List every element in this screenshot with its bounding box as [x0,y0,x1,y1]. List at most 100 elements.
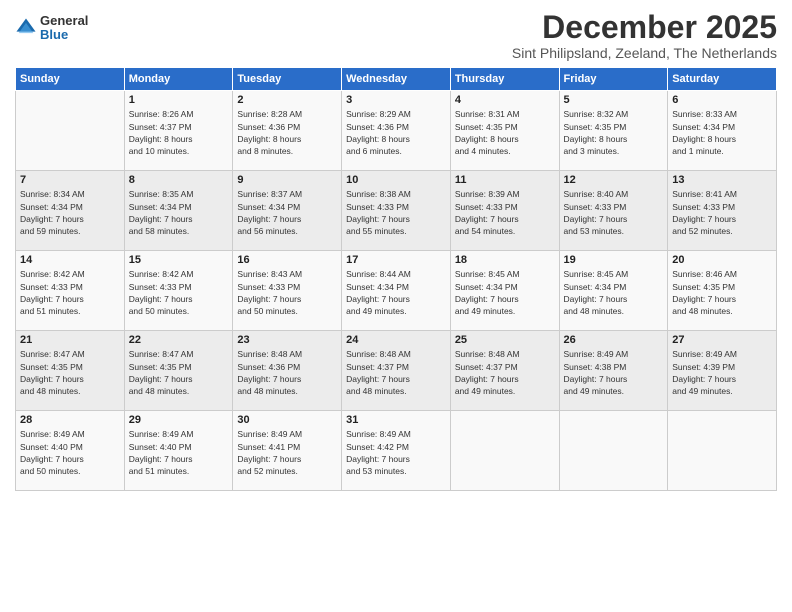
day-cell: 13 Sunrise: 8:41 AM Sunset: 4:33 PM Dayli… [668,171,777,251]
day-cell: 18Sunrise: 8:45 AM Sunset: 4:34 PM Dayli… [450,251,559,331]
day-number: 31 [346,414,446,426]
day-cell [668,411,777,491]
day-info: Sunrise: 8:34 AM Sunset: 4:34 PM Dayligh… [20,188,120,237]
day-cell [450,411,559,491]
day-number: 30 [237,414,337,426]
day-cell: 4 Sunrise: 8:31 AM Sunset: 4:35 PM Daylig… [450,91,559,171]
day-info: Sunrise: 8:33 AM Sunset: 4:34 PM Dayligh… [672,108,772,157]
day-cell: 16 Sunrise: 8:43 AM Sunset: 4:33 PM Dayli… [233,251,342,331]
day-info: Sunrise: 8:48 AM Sunset: 4:37 PM Dayligh… [455,348,555,397]
day-info: Sunrise: 8:49 AM Sunset: 4:41 PM Dayligh… [237,428,337,477]
day-cell: 14 Sunrise: 8:42 AM Sunset: 4:33 PM Dayli… [16,251,125,331]
day-cell: 24Sunrise: 8:48 AM Sunset: 4:37 PM Dayli… [342,331,451,411]
header-cell-friday: Friday [559,68,668,91]
day-number: 16 [237,254,337,266]
day-cell: 31 Sunrise: 8:49 AM Sunset: 4:42 PM Dayli… [342,411,451,491]
day-info: Sunrise: 8:45 AM Sunset: 4:34 PM Dayligh… [455,268,555,317]
header-cell-monday: Monday [124,68,233,91]
header-cell-thursday: Thursday [450,68,559,91]
week-row-2: 14 Sunrise: 8:42 AM Sunset: 4:33 PM Dayli… [16,251,777,331]
day-cell: 25 Sunrise: 8:48 AM Sunset: 4:37 PM Dayli… [450,331,559,411]
title-area: December 2025 Sint Philipsland, Zeeland,… [512,10,777,61]
day-info: Sunrise: 8:45 AM Sunset: 4:34 PM Dayligh… [564,268,664,317]
calendar-table: SundayMondayTuesdayWednesdayThursdayFrid… [15,67,777,491]
day-info: Sunrise: 8:35 AM Sunset: 4:34 PM Dayligh… [129,188,229,237]
day-info: Sunrise: 8:49 AM Sunset: 4:39 PM Dayligh… [672,348,772,397]
day-number: 3 [346,94,446,106]
day-cell: 9 Sunrise: 8:37 AM Sunset: 4:34 PM Daylig… [233,171,342,251]
day-number: 22 [129,334,229,346]
day-cell: 28 Sunrise: 8:49 AM Sunset: 4:40 PM Dayli… [16,411,125,491]
day-info: Sunrise: 8:31 AM Sunset: 4:35 PM Dayligh… [455,108,555,157]
day-number: 10 [346,174,446,186]
logo-icon [15,17,37,39]
day-number: 17 [346,254,446,266]
day-number: 27 [672,334,772,346]
day-info: Sunrise: 8:37 AM Sunset: 4:34 PM Dayligh… [237,188,337,237]
day-number: 9 [237,174,337,186]
day-info: Sunrise: 8:49 AM Sunset: 4:40 PM Dayligh… [20,428,120,477]
day-info: Sunrise: 8:26 AM Sunset: 4:37 PM Dayligh… [129,108,229,157]
day-number: 29 [129,414,229,426]
day-cell: 29 Sunrise: 8:49 AM Sunset: 4:40 PM Dayli… [124,411,233,491]
day-cell: 19Sunrise: 8:45 AM Sunset: 4:34 PM Dayli… [559,251,668,331]
day-info: Sunrise: 8:40 AM Sunset: 4:33 PM Dayligh… [564,188,664,237]
day-cell: 22 Sunrise: 8:47 AM Sunset: 4:35 PM Dayli… [124,331,233,411]
calendar-header: SundayMondayTuesdayWednesdayThursdayFrid… [16,68,777,91]
week-row-4: 28 Sunrise: 8:49 AM Sunset: 4:40 PM Dayli… [16,411,777,491]
day-cell: 12 Sunrise: 8:40 AM Sunset: 4:33 PM Dayli… [559,171,668,251]
day-cell: 26Sunrise: 8:49 AM Sunset: 4:38 PM Dayli… [559,331,668,411]
day-number: 12 [564,174,664,186]
day-cell: 23Sunrise: 8:48 AM Sunset: 4:36 PM Dayli… [233,331,342,411]
day-cell: 15Sunrise: 8:42 AM Sunset: 4:33 PM Dayli… [124,251,233,331]
day-number: 2 [237,94,337,106]
day-cell: 7 Sunrise: 8:34 AM Sunset: 4:34 PM Daylig… [16,171,125,251]
day-cell: 30 Sunrise: 8:49 AM Sunset: 4:41 PM Dayli… [233,411,342,491]
day-info: Sunrise: 8:38 AM Sunset: 4:33 PM Dayligh… [346,188,446,237]
day-number: 4 [455,94,555,106]
week-row-3: 21 Sunrise: 8:47 AM Sunset: 4:35 PM Dayli… [16,331,777,411]
day-info: Sunrise: 8:49 AM Sunset: 4:38 PM Dayligh… [564,348,664,397]
day-number: 7 [20,174,120,186]
day-info: Sunrise: 8:42 AM Sunset: 4:33 PM Dayligh… [20,268,120,317]
day-number: 11 [455,174,555,186]
logo-general: General [40,14,88,28]
day-info: Sunrise: 8:47 AM Sunset: 4:35 PM Dayligh… [129,348,229,397]
day-number: 14 [20,254,120,266]
day-cell: 8Sunrise: 8:35 AM Sunset: 4:34 PM Daylig… [124,171,233,251]
day-info: Sunrise: 8:47 AM Sunset: 4:35 PM Dayligh… [20,348,120,397]
day-info: Sunrise: 8:32 AM Sunset: 4:35 PM Dayligh… [564,108,664,157]
header-cell-wednesday: Wednesday [342,68,451,91]
day-number: 25 [455,334,555,346]
day-info: Sunrise: 8:41 AM Sunset: 4:33 PM Dayligh… [672,188,772,237]
day-number: 20 [672,254,772,266]
day-info: Sunrise: 8:49 AM Sunset: 4:40 PM Dayligh… [129,428,229,477]
day-cell: 17Sunrise: 8:44 AM Sunset: 4:34 PM Dayli… [342,251,451,331]
week-row-0: 1 Sunrise: 8:26 AM Sunset: 4:37 PM Daylig… [16,91,777,171]
page-container: General Blue December 2025 Sint Philipsl… [0,0,792,499]
day-cell [16,91,125,171]
day-number: 13 [672,174,772,186]
day-info: Sunrise: 8:43 AM Sunset: 4:33 PM Dayligh… [237,268,337,317]
logo-text: General Blue [40,14,88,43]
day-number: 15 [129,254,229,266]
day-cell: 6 Sunrise: 8:33 AM Sunset: 4:34 PM Daylig… [668,91,777,171]
header-row: SundayMondayTuesdayWednesdayThursdayFrid… [16,68,777,91]
day-number: 1 [129,94,229,106]
day-cell: 2 Sunrise: 8:28 AM Sunset: 4:36 PM Daylig… [233,91,342,171]
day-cell [559,411,668,491]
day-info: Sunrise: 8:28 AM Sunset: 4:36 PM Dayligh… [237,108,337,157]
month-title: December 2025 [512,10,777,45]
day-cell: 27 Sunrise: 8:49 AM Sunset: 4:39 PM Dayli… [668,331,777,411]
day-info: Sunrise: 8:49 AM Sunset: 4:42 PM Dayligh… [346,428,446,477]
day-cell: 10 Sunrise: 8:38 AM Sunset: 4:33 PM Dayli… [342,171,451,251]
location: Sint Philipsland, Zeeland, The Netherlan… [512,45,777,61]
day-number: 21 [20,334,120,346]
day-number: 28 [20,414,120,426]
day-cell: 5Sunrise: 8:32 AM Sunset: 4:35 PM Daylig… [559,91,668,171]
header-cell-saturday: Saturday [668,68,777,91]
day-cell: 20Sunrise: 8:46 AM Sunset: 4:35 PM Dayli… [668,251,777,331]
day-info: Sunrise: 8:39 AM Sunset: 4:33 PM Dayligh… [455,188,555,237]
day-number: 6 [672,94,772,106]
logo-blue: Blue [40,28,88,42]
